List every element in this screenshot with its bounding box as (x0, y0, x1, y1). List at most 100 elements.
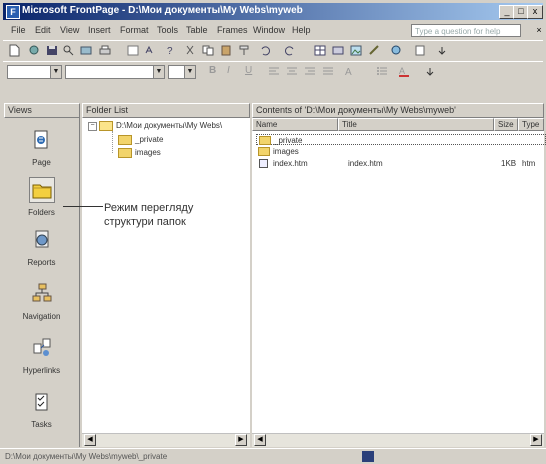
toolbar-options-icon[interactable] (435, 44, 449, 57)
refresh-icon[interactable] (413, 44, 427, 57)
publish-icon[interactable] (79, 44, 93, 57)
chevron-down-icon[interactable]: ▼ (184, 66, 195, 78)
folder-list-header: Folder List (82, 103, 250, 118)
svg-text:A: A (345, 67, 352, 78)
view-reports[interactable]: Reports (4, 228, 79, 282)
font-color-icon[interactable]: A (397, 65, 411, 78)
view-tasks[interactable]: Tasks (4, 390, 79, 444)
format-painter-icon[interactable] (237, 44, 251, 57)
insert-layer-icon[interactable] (331, 44, 345, 57)
underline-icon[interactable]: U (245, 65, 259, 78)
drawing-icon[interactable] (367, 44, 381, 57)
menu-frames[interactable]: Frames (217, 25, 248, 35)
views-header: Views (4, 103, 80, 118)
tree-item-images[interactable]: images (118, 148, 161, 158)
justify-icon[interactable] (321, 65, 335, 78)
scroll-left-icon[interactable]: ◀ (254, 434, 266, 446)
close-document-icon[interactable]: × (532, 25, 546, 37)
page-view-icon (30, 128, 54, 152)
column-header-title[interactable]: Title (338, 118, 494, 131)
annotation-text: Режим перегляду структури папок (104, 202, 194, 228)
toolbar-options-icon[interactable] (423, 65, 437, 78)
connection-status-icon (362, 451, 374, 462)
scroll-right-icon[interactable]: ▶ (235, 434, 247, 446)
menu-format[interactable]: Format (120, 25, 149, 35)
view-hyperlinks[interactable]: Hyperlinks (4, 336, 79, 390)
frontpage-app-icon[interactable]: F (6, 5, 20, 19)
spelling-icon[interactable] (144, 44, 158, 57)
menu-insert[interactable]: Insert (88, 25, 111, 35)
paste-icon[interactable] (219, 44, 233, 57)
formatting-toolbar: ▼ ▼ ▼ B I U A A (3, 61, 543, 82)
folders-view-icon (29, 177, 55, 203)
folder-icon (258, 146, 273, 157)
search-icon[interactable] (61, 44, 75, 57)
align-left-icon[interactable] (267, 65, 281, 78)
redo-icon[interactable] (283, 44, 297, 57)
save-icon[interactable] (45, 44, 59, 57)
folder-open-icon (99, 121, 113, 131)
insert-table-icon[interactable] (313, 44, 327, 57)
menu-view[interactable]: View (60, 25, 79, 35)
insert-picture-icon[interactable] (349, 44, 363, 57)
collapse-icon[interactable]: − (88, 121, 97, 131)
view-page[interactable]: Page (4, 128, 79, 182)
reports-view-icon (30, 228, 54, 252)
tasks-view-icon (30, 390, 54, 414)
tree-item-private[interactable]: _private (118, 135, 163, 145)
menu-file[interactable]: File (11, 25, 26, 35)
align-center-icon[interactable] (285, 65, 299, 78)
contents-scrollbar[interactable]: ◀ ▶ (252, 433, 544, 447)
copy-icon[interactable] (201, 44, 215, 57)
hyperlinks-view-icon (30, 336, 54, 360)
cut-icon[interactable] (183, 44, 197, 57)
increase-font-icon[interactable]: A (343, 65, 357, 78)
chevron-down-icon[interactable]: ▼ (50, 66, 61, 78)
view-folders[interactable]: Folders (4, 177, 79, 232)
scroll-left-icon[interactable]: ◀ (84, 434, 96, 446)
undo-icon[interactable] (258, 44, 272, 57)
font-combo[interactable]: ▼ (65, 65, 165, 79)
preview-icon[interactable] (126, 44, 140, 57)
tree-root-item[interactable]: − D:\Мои документы\My Webs\ (88, 121, 222, 131)
standard-toolbar: ? (3, 40, 543, 61)
help-question-input[interactable]: Type a question for help (411, 24, 521, 37)
help-icon[interactable]: ? (163, 44, 177, 57)
style-combo[interactable]: ▼ (7, 65, 62, 79)
bullets-icon[interactable] (375, 65, 389, 78)
new-page-icon[interactable] (7, 44, 21, 57)
status-text: D:\Мои документы\My Webs\myweb\_private (5, 452, 168, 461)
navigation-view-icon (30, 282, 54, 306)
hyperlink-icon[interactable] (389, 44, 403, 57)
window-title: Microsoft FrontPage - D:\Мои документы\M… (22, 5, 303, 16)
tree-connector (112, 131, 114, 153)
file-row[interactable]: images (256, 146, 544, 157)
folder-list-scrollbar[interactable]: ◀ ▶ (82, 433, 250, 447)
column-header-size[interactable]: Size (494, 118, 518, 131)
menu-help[interactable]: Help (292, 25, 311, 35)
menu-window[interactable]: Window (253, 25, 285, 35)
menu-edit[interactable]: Edit (35, 25, 51, 35)
menu-table[interactable]: Table (186, 25, 208, 35)
chevron-down-icon[interactable]: ▼ (153, 66, 164, 78)
file-row[interactable]: _private (256, 134, 546, 146)
align-right-icon[interactable] (303, 65, 317, 78)
menu-tools[interactable]: Tools (157, 25, 178, 35)
application-window: F Microsoft FrontPage - D:\Мои документы… (0, 0, 546, 464)
annotation-leader-line (63, 206, 103, 207)
folder-icon (259, 135, 274, 146)
svg-text:?: ? (167, 46, 173, 57)
status-bar: D:\Мои документы\My Webs\myweb\_private (0, 448, 546, 464)
web-component-icon[interactable] (27, 44, 41, 57)
print-icon[interactable] (98, 44, 112, 57)
column-header-type[interactable]: Type (518, 118, 544, 131)
scroll-right-icon[interactable]: ▶ (530, 434, 542, 446)
font-size-combo[interactable]: ▼ (168, 65, 196, 79)
bold-icon[interactable]: B (209, 65, 223, 78)
italic-icon[interactable]: I (227, 65, 241, 78)
svg-text:A: A (399, 66, 405, 76)
file-row[interactable]: index.htm index.htm 1KB htm (256, 158, 544, 169)
column-header-name[interactable]: Name (252, 118, 338, 131)
view-navigation[interactable]: Navigation (4, 282, 79, 336)
close-button[interactable]: x (527, 5, 543, 19)
